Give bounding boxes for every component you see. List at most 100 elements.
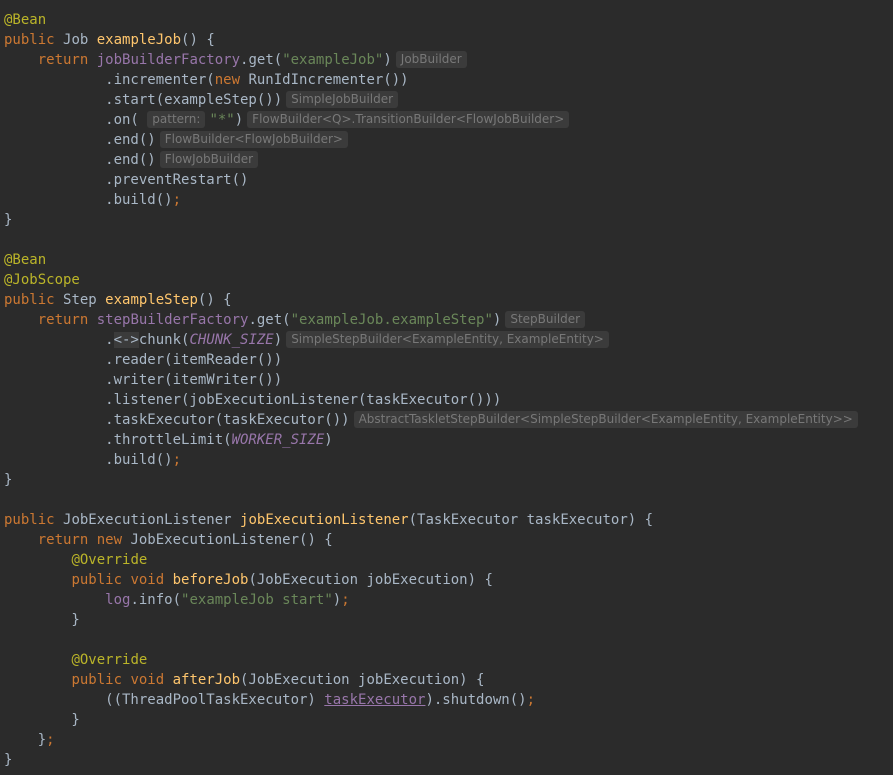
code-token[interactable]	[4, 552, 71, 568]
code-token[interactable]: (JobExecution jobExecution) {	[248, 572, 492, 588]
code-line[interactable]: .end() FlowJobBuilder	[4, 150, 259, 170]
code-line[interactable]: return stepBuilderFactory.get("exampleJo…	[4, 310, 586, 330]
string-literal-token[interactable]: "exampleJob.exampleStep"	[291, 312, 493, 328]
keyword-token[interactable]: public	[4, 292, 63, 308]
code-token[interactable]: Step	[63, 292, 105, 308]
code-token[interactable]: .get(	[248, 312, 290, 328]
code-token[interactable]: }	[4, 752, 12, 768]
code-token[interactable]: .taskExecutor(taskExecutor())	[4, 412, 349, 428]
code-line[interactable]: return new JobExecutionListener() {	[4, 530, 333, 550]
code-line[interactable]: @Bean	[4, 10, 46, 30]
code-token[interactable]: () {	[198, 292, 232, 308]
field-token[interactable]: stepBuilderFactory	[97, 312, 249, 328]
code-token[interactable]: JobExecutionListener() {	[130, 532, 332, 548]
code-token[interactable]: () {	[181, 32, 215, 48]
code-line[interactable]: }	[4, 610, 79, 630]
code-token[interactable]: }	[4, 732, 46, 748]
code-token[interactable]: }	[4, 472, 12, 488]
code-token[interactable]: }	[4, 612, 79, 628]
method-name-token[interactable]: beforeJob	[173, 572, 249, 588]
keyword-token[interactable]: public	[4, 32, 63, 48]
code-line[interactable]: .build();	[4, 450, 181, 470]
code-token[interactable]: .	[4, 332, 113, 348]
code-token[interactable]	[4, 572, 71, 588]
keyword-token[interactable]: return	[38, 52, 97, 68]
code-line[interactable]: .on( pattern: "*") FlowBuilder<Q>.Transiti…	[4, 110, 570, 130]
code-line[interactable]: .listener(jobExecutionListener(taskExecu…	[4, 390, 501, 410]
code-token[interactable]: Job	[63, 32, 97, 48]
annotation-token[interactable]: @Override	[71, 552, 147, 568]
keyword-token[interactable]: new	[215, 72, 249, 88]
code-line[interactable]: @JobScope	[4, 270, 80, 290]
code-line[interactable]: public void afterJob(JobExecution jobExe…	[4, 670, 484, 690]
code-line[interactable]: }	[4, 710, 79, 730]
field-token[interactable]: jobBuilderFactory	[97, 52, 240, 68]
code-line[interactable]: @Override	[4, 550, 147, 570]
code-line[interactable]: log.info("exampleJob start");	[4, 590, 349, 610]
code-line[interactable]: public Job exampleJob() {	[4, 30, 215, 50]
code-token[interactable]: ((ThreadPoolTaskExecutor)	[4, 692, 324, 708]
string-literal-token[interactable]: "exampleJob"	[282, 52, 383, 68]
code-line[interactable]: public void beforeJob(JobExecution jobEx…	[4, 570, 492, 590]
code-line[interactable]: }	[4, 750, 12, 770]
code-token[interactable]: .throttleLimit(	[4, 432, 231, 448]
code-line[interactable]: .reader(itemReader())	[4, 350, 282, 370]
code-line[interactable]: .taskExecutor(taskExecutor()) AbstractTas…	[4, 410, 858, 430]
keyword-token[interactable]: ;	[46, 732, 54, 748]
code-token[interactable]: )	[324, 432, 332, 448]
keyword-token[interactable]: ;	[173, 452, 181, 468]
field-token[interactable]: log	[105, 592, 130, 608]
annotation-token[interactable]: @Bean	[4, 12, 46, 28]
code-token[interactable]: .end()	[4, 152, 156, 168]
method-name-token[interactable]: exampleStep	[105, 292, 198, 308]
code-line[interactable]: .throttleLimit(WORKER_SIZE)	[4, 430, 333, 450]
code-line[interactable]: };	[4, 730, 55, 750]
code-token[interactable]: .end()	[4, 132, 156, 148]
code-line[interactable]: @Override	[4, 650, 147, 670]
code-line[interactable]: return jobBuilderFactory.get("exampleJob…	[4, 50, 467, 70]
code-token[interactable]: )	[493, 312, 501, 328]
annotation-token[interactable]: @JobScope	[4, 272, 80, 288]
code-token[interactable]: )	[235, 112, 243, 128]
code-token[interactable]: )	[274, 332, 282, 348]
code-token[interactable]	[4, 532, 38, 548]
code-line[interactable]: .writer(itemWriter())	[4, 370, 282, 390]
string-literal-token[interactable]: "*"	[209, 112, 234, 128]
code-token[interactable]: )	[383, 52, 391, 68]
string-literal-token[interactable]: "exampleJob start"	[181, 592, 333, 608]
code-token[interactable]: .start(exampleStep())	[4, 92, 282, 108]
code-line[interactable]: .preventRestart()	[4, 170, 248, 190]
code-token[interactable]: (JobExecution jobExecution) {	[240, 672, 484, 688]
code-line[interactable]: .build();	[4, 190, 181, 210]
method-name-token[interactable]: afterJob	[173, 672, 240, 688]
keyword-token[interactable]: ;	[173, 192, 181, 208]
code-token[interactable]: .listener(jobExecutionListener(taskExecu…	[4, 392, 501, 408]
code-line[interactable]: .end() FlowBuilder<FlowJobBuilder>	[4, 130, 348, 150]
keyword-token[interactable]: return new	[38, 532, 131, 548]
code-line[interactable]: @Bean	[4, 250, 46, 270]
code-line[interactable]: .start(exampleStep()) SimpleJobBuilder	[4, 90, 399, 110]
code-line[interactable]: }	[4, 210, 12, 230]
code-token[interactable]: JobExecutionListener	[63, 512, 240, 528]
constant-token[interactable]: CHUNK_SIZE	[189, 332, 273, 348]
keyword-token[interactable]: ;	[527, 692, 535, 708]
code-line[interactable]: }	[4, 470, 12, 490]
keyword-token[interactable]: public void	[71, 672, 172, 688]
code-token[interactable]: }	[4, 212, 12, 228]
code-token[interactable]: .build()	[4, 192, 172, 208]
code-token[interactable]: (TaskExecutor taskExecutor) {	[409, 512, 653, 528]
code-token[interactable]	[4, 592, 105, 608]
keyword-token[interactable]: public void	[71, 572, 172, 588]
code-token[interactable]: .info(	[130, 592, 181, 608]
code-token[interactable]	[4, 652, 71, 668]
annotation-token[interactable]: @Bean	[4, 252, 46, 268]
code-token[interactable]: RunIdIncrementer())	[248, 72, 408, 88]
code-token[interactable]: .writer(itemWriter())	[4, 372, 282, 388]
code-line[interactable]: public Step exampleStep() {	[4, 290, 232, 310]
code-token[interactable]: .build()	[4, 452, 172, 468]
code-editor[interactable]: @Bean public Job exampleJob() { return jo…	[0, 0, 893, 775]
code-line[interactable]: public JobExecutionListener jobExecution…	[4, 510, 653, 530]
code-token[interactable]	[4, 52, 38, 68]
keyword-token[interactable]: return	[38, 312, 97, 328]
code-token[interactable]: .reader(itemReader())	[4, 352, 282, 368]
